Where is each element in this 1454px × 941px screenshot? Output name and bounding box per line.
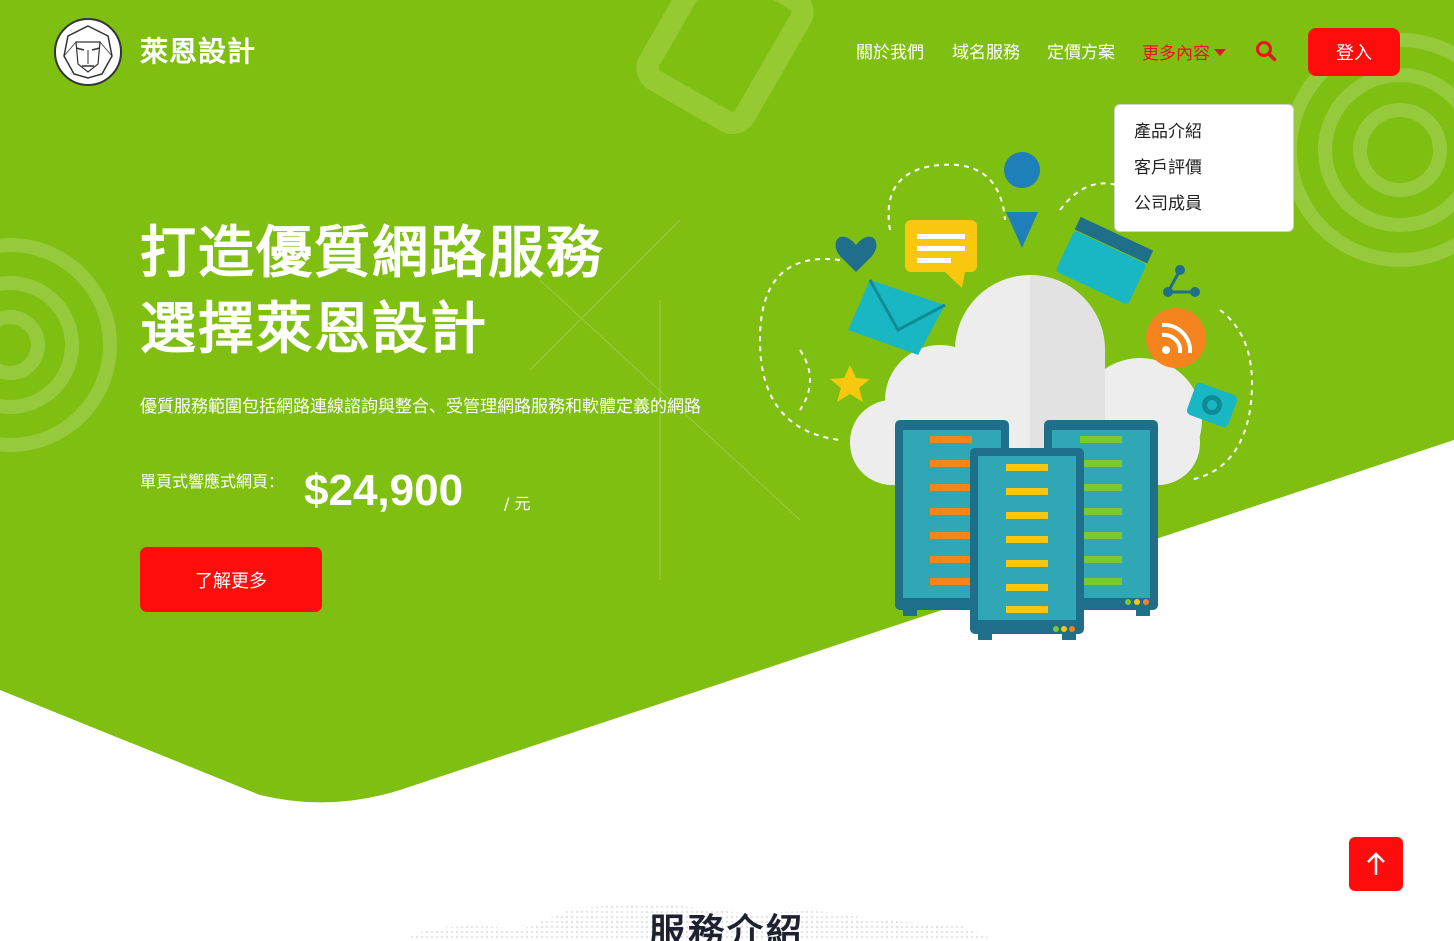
nav-more-dropdown[interactable]: 更多內容 xyxy=(1142,38,1226,64)
nav-about[interactable]: 關於我們 xyxy=(856,38,924,64)
hero-title-line-2: 選擇萊恩設計 xyxy=(140,297,488,362)
services-section-title: 服務介紹 xyxy=(648,912,805,941)
nav-more-label: 更多內容 xyxy=(1142,43,1210,64)
price-unit: / 元 xyxy=(504,494,531,513)
hero-title: 打造優質網路服務 選擇萊恩設計 xyxy=(140,216,604,368)
brand-name[interactable]: 萊恩設計 xyxy=(140,30,256,70)
cloud-server-illustration xyxy=(758,152,1253,640)
caret-down-icon xyxy=(1214,48,1226,56)
learn-more-button[interactable]: 了解更多 xyxy=(140,547,322,612)
landing-page: 萊恩設計 關於我們 域名服務 定價方案 更多內容 登入 產品介紹 客戶評價 公司… xyxy=(0,0,1454,941)
lion-logo-icon[interactable] xyxy=(54,18,122,86)
nav-domain-service[interactable]: 域名服務 xyxy=(952,38,1020,64)
back-to-top-button[interactable] xyxy=(1349,837,1403,891)
arrow-up-icon xyxy=(1367,852,1385,875)
hero-description: 優質服務範圍包括網路連線諮詢與整合、受管理網路服務和軟體定義的網路 xyxy=(140,397,701,417)
nav-pricing[interactable]: 定價方案 xyxy=(1047,38,1115,64)
hero-title-line-1: 打造優質網路服務 xyxy=(140,221,604,286)
price-value: $24,900 xyxy=(304,466,464,515)
price-label: 單頁式響應式網頁： xyxy=(140,472,285,491)
login-button[interactable]: 登入 xyxy=(1308,28,1400,76)
search-icon[interactable] xyxy=(1255,40,1277,62)
